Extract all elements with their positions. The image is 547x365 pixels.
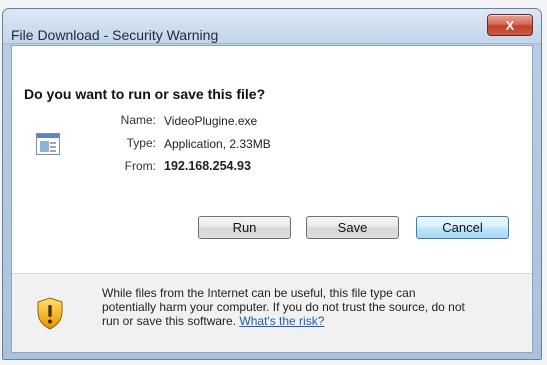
window-title: File Download - Security Warning xyxy=(11,27,219,43)
dialog-content: Do you want to run or save this file? Na… xyxy=(11,45,533,353)
close-icon: X xyxy=(505,17,515,33)
cancel-button[interactable]: Cancel xyxy=(416,216,509,239)
warning-section: While files from the Internet can be use… xyxy=(12,274,532,352)
warning-message: While files from the Internet can be use… xyxy=(102,286,522,328)
warning-line-2: potentially harm your computer. If you d… xyxy=(102,300,465,314)
warning-line-1: While files from the Internet can be use… xyxy=(102,286,416,300)
file-source-value: 192.168.254.93 xyxy=(164,159,251,173)
name-label: Name: xyxy=(120,113,156,127)
run-or-save-question: Do you want to run or save this file? xyxy=(24,86,266,102)
whats-the-risk-link[interactable]: What's the risk? xyxy=(239,314,324,328)
application-file-icon xyxy=(36,133,60,155)
title-bar[interactable]: File Download - Security Warning X xyxy=(3,9,541,44)
security-warning-dialog: File Download - Security Warning X Do yo… xyxy=(2,8,542,360)
warning-line-3: run or save this software. What's the ri… xyxy=(102,314,522,328)
run-button[interactable]: Run xyxy=(198,216,291,239)
warning-line-3-text: run or save this software. xyxy=(102,314,240,328)
file-name-value: VideoPlugine.exe xyxy=(164,114,258,128)
from-label: From: xyxy=(124,159,156,173)
file-type-value: Application, 2.33MB xyxy=(164,137,271,151)
type-label: Type: xyxy=(126,136,156,150)
save-button[interactable]: Save xyxy=(306,216,399,239)
security-shield-icon xyxy=(37,297,63,330)
close-button[interactable]: X xyxy=(487,14,533,36)
